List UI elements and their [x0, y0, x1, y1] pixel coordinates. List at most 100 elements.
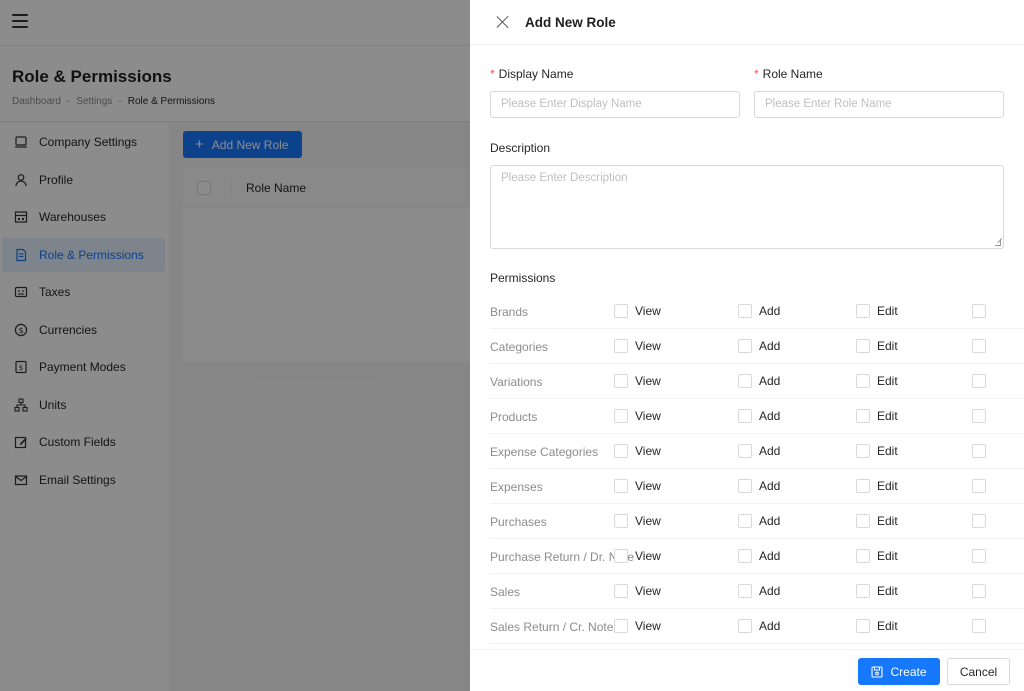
checkbox-box[interactable] [614, 339, 628, 353]
permission-more-checkbox[interactable] [972, 339, 993, 353]
checkbox-label: View [635, 304, 661, 318]
checkbox-box[interactable] [738, 374, 752, 388]
required-marker: * [754, 67, 759, 81]
permission-view-checkbox[interactable]: View [614, 549, 661, 563]
checkbox-box[interactable] [972, 549, 986, 563]
permission-add-checkbox[interactable]: Add [738, 339, 780, 353]
permission-edit-checkbox[interactable]: Edit [856, 304, 898, 318]
permission-more-checkbox[interactable] [972, 514, 993, 528]
checkbox-box[interactable] [738, 549, 752, 563]
description-label: Description [490, 141, 551, 155]
checkbox-label: Add [759, 444, 781, 458]
checkbox-box[interactable] [972, 479, 986, 493]
permission-add-checkbox[interactable]: Add [738, 304, 780, 318]
permission-more-checkbox[interactable] [972, 304, 993, 318]
permission-view-checkbox[interactable]: View [614, 374, 661, 388]
checkbox-box[interactable] [614, 584, 628, 598]
checkbox-box[interactable] [738, 619, 752, 633]
permission-more-checkbox[interactable] [972, 619, 993, 633]
create-button[interactable]: Create [858, 658, 940, 685]
checkbox-box[interactable] [614, 304, 628, 318]
checkbox-box[interactable] [614, 549, 628, 563]
permission-more-checkbox[interactable] [972, 409, 993, 423]
checkbox-box[interactable] [972, 444, 986, 458]
permission-more-checkbox[interactable] [972, 444, 993, 458]
checkbox-label: Edit [877, 374, 898, 388]
checkbox-box[interactable] [972, 584, 986, 598]
resize-handle-icon[interactable] [995, 240, 1001, 246]
checkbox-box[interactable] [972, 619, 986, 633]
permission-view-checkbox[interactable]: View [614, 514, 661, 528]
checkbox-box[interactable] [856, 514, 870, 528]
checkbox-box[interactable] [614, 514, 628, 528]
permission-edit-checkbox[interactable]: Edit [856, 514, 898, 528]
permission-add-checkbox[interactable]: Add [738, 409, 780, 423]
checkbox-box[interactable] [856, 374, 870, 388]
permission-add-checkbox[interactable]: Add [738, 584, 780, 598]
checkbox-label: Edit [877, 514, 898, 528]
permission-more-checkbox[interactable] [972, 374, 993, 388]
checkbox-box[interactable] [614, 444, 628, 458]
checkbox-box[interactable] [614, 374, 628, 388]
permission-edit-checkbox[interactable]: Edit [856, 584, 898, 598]
permission-more-checkbox[interactable] [972, 479, 993, 493]
checkbox-box[interactable] [738, 409, 752, 423]
permission-edit-checkbox[interactable]: Edit [856, 619, 898, 633]
permission-add-checkbox[interactable]: Add [738, 444, 780, 458]
permission-view-checkbox[interactable]: View [614, 409, 661, 423]
permission-more-checkbox[interactable] [972, 584, 993, 598]
checkbox-box[interactable] [972, 339, 986, 353]
permission-view-checkbox[interactable]: View [614, 619, 661, 633]
description-textarea[interactable]: Please Enter Description [490, 165, 1004, 249]
permission-view-checkbox[interactable]: View [614, 444, 661, 458]
permission-edit-checkbox[interactable]: Edit [856, 479, 898, 493]
checkbox-box[interactable] [614, 479, 628, 493]
checkbox-box[interactable] [972, 304, 986, 318]
display-name-input[interactable]: Please Enter Display Name [490, 91, 740, 118]
permission-add-checkbox[interactable]: Add [738, 514, 780, 528]
permission-edit-checkbox[interactable]: Edit [856, 374, 898, 388]
checkbox-box[interactable] [972, 374, 986, 388]
permission-add-checkbox[interactable]: Add [738, 549, 780, 563]
checkbox-box[interactable] [738, 444, 752, 458]
cancel-button[interactable]: Cancel [947, 658, 1010, 685]
checkbox-label: Edit [877, 409, 898, 423]
permission-edit-checkbox[interactable]: Edit [856, 339, 898, 353]
permission-edit-checkbox[interactable]: Edit [856, 444, 898, 458]
checkbox-box[interactable] [856, 479, 870, 493]
checkbox-box[interactable] [738, 339, 752, 353]
permission-edit-checkbox[interactable]: Edit [856, 549, 898, 563]
permission-add-checkbox[interactable]: Add [738, 619, 780, 633]
permission-view-checkbox[interactable]: View [614, 339, 661, 353]
permission-name: Brands [490, 305, 529, 319]
checkbox-label: View [635, 409, 661, 423]
checkbox-box[interactable] [856, 304, 870, 318]
checkbox-box[interactable] [972, 514, 986, 528]
permission-view-checkbox[interactable]: View [614, 584, 661, 598]
drawer-body[interactable]: * Display Name Please Enter Display Name … [470, 45, 1024, 649]
required-marker: * [490, 67, 495, 81]
checkbox-box[interactable] [738, 514, 752, 528]
permission-name: Products [490, 410, 538, 424]
role-name-input[interactable]: Please Enter Role Name [754, 91, 1004, 118]
checkbox-box[interactable] [614, 409, 628, 423]
checkbox-box[interactable] [614, 619, 628, 633]
checkbox-box[interactable] [738, 479, 752, 493]
checkbox-box[interactable] [738, 584, 752, 598]
permission-add-checkbox[interactable]: Add [738, 374, 780, 388]
checkbox-box[interactable] [856, 444, 870, 458]
close-icon[interactable] [496, 15, 510, 29]
checkbox-box[interactable] [856, 619, 870, 633]
checkbox-box[interactable] [738, 304, 752, 318]
permission-view-checkbox[interactable]: View [614, 304, 661, 318]
checkbox-label: Edit [877, 444, 898, 458]
permission-view-checkbox[interactable]: View [614, 479, 661, 493]
checkbox-box[interactable] [972, 409, 986, 423]
checkbox-box[interactable] [856, 584, 870, 598]
checkbox-box[interactable] [856, 339, 870, 353]
checkbox-box[interactable] [856, 409, 870, 423]
permission-more-checkbox[interactable] [972, 549, 993, 563]
checkbox-box[interactable] [856, 549, 870, 563]
permission-add-checkbox[interactable]: Add [738, 479, 780, 493]
permission-edit-checkbox[interactable]: Edit [856, 409, 898, 423]
